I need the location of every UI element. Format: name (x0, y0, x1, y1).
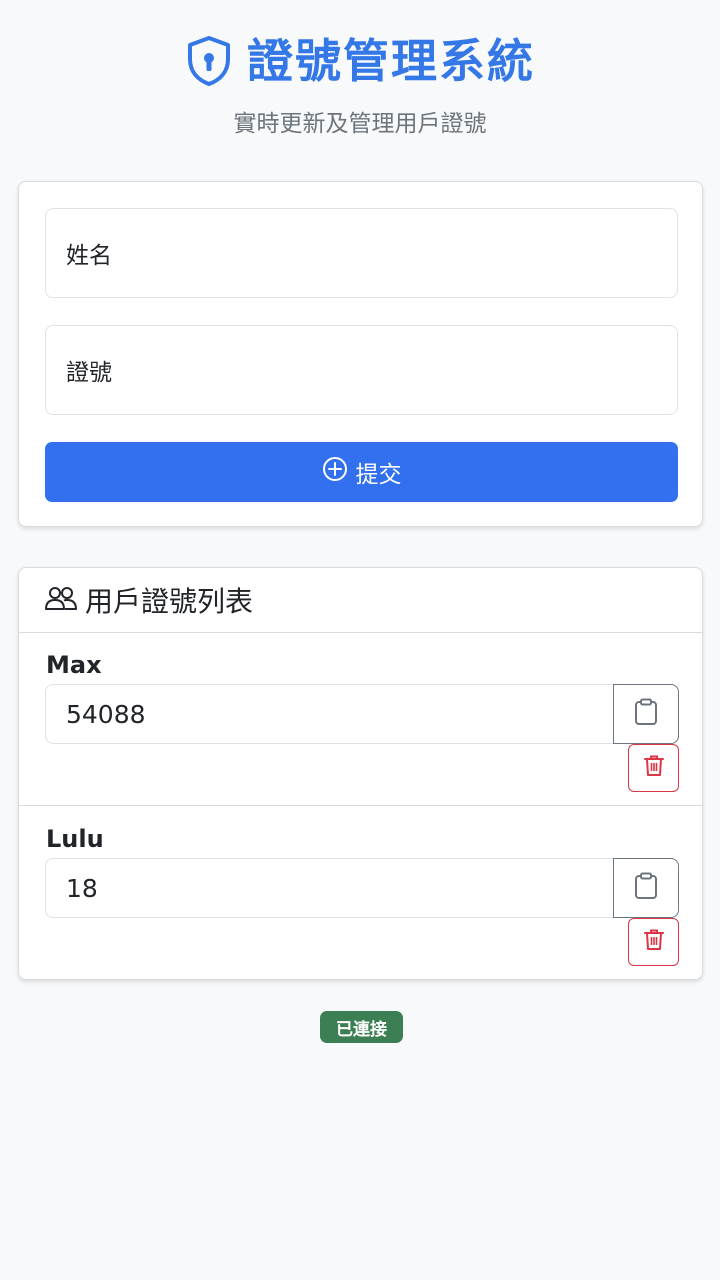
clipboard-icon (634, 872, 658, 904)
delete-button[interactable] (628, 918, 679, 966)
page-subtitle: 實時更新及管理用戶證號 (233, 111, 487, 137)
id-number-input[interactable]: 證號 (45, 325, 678, 415)
add-entry-form: 姓名 證號 提交 (18, 181, 703, 527)
shield-lock-icon (185, 35, 233, 87)
list-item: Lulu 18 (19, 807, 702, 980)
submit-button-label: 提交 (355, 462, 402, 488)
name-input-placeholder: 姓名 (66, 243, 112, 269)
people-icon (45, 584, 77, 616)
connection-status-badge: 已連接 (320, 1011, 403, 1043)
delete-button[interactable] (628, 744, 679, 792)
list-title: 用戶證號列表 (85, 585, 254, 618)
list-item: Max 54088 (19, 633, 702, 806)
page-title: 證號管理系統 (247, 34, 535, 88)
entry-id-field[interactable]: 54088 (45, 684, 613, 744)
name-input[interactable]: 姓名 (45, 208, 678, 298)
copy-button[interactable] (613, 858, 679, 918)
user-id-list: 用戶證號列表 Max 54088 Lulu 18 (18, 567, 703, 980)
list-header: 用戶證號列表 (19, 568, 702, 633)
page-header: 證號管理系統 (0, 28, 720, 94)
trash-icon (643, 929, 664, 955)
copy-button[interactable] (613, 684, 679, 744)
entry-id-field[interactable]: 18 (45, 858, 613, 918)
id-number-input-placeholder: 證號 (66, 360, 112, 386)
plus-circle-icon (322, 456, 348, 488)
entry-name: Max (46, 651, 102, 679)
submit-button[interactable]: 提交 (45, 442, 678, 502)
clipboard-icon (634, 698, 658, 730)
trash-icon (643, 755, 664, 781)
entry-name: Lulu (46, 825, 104, 853)
